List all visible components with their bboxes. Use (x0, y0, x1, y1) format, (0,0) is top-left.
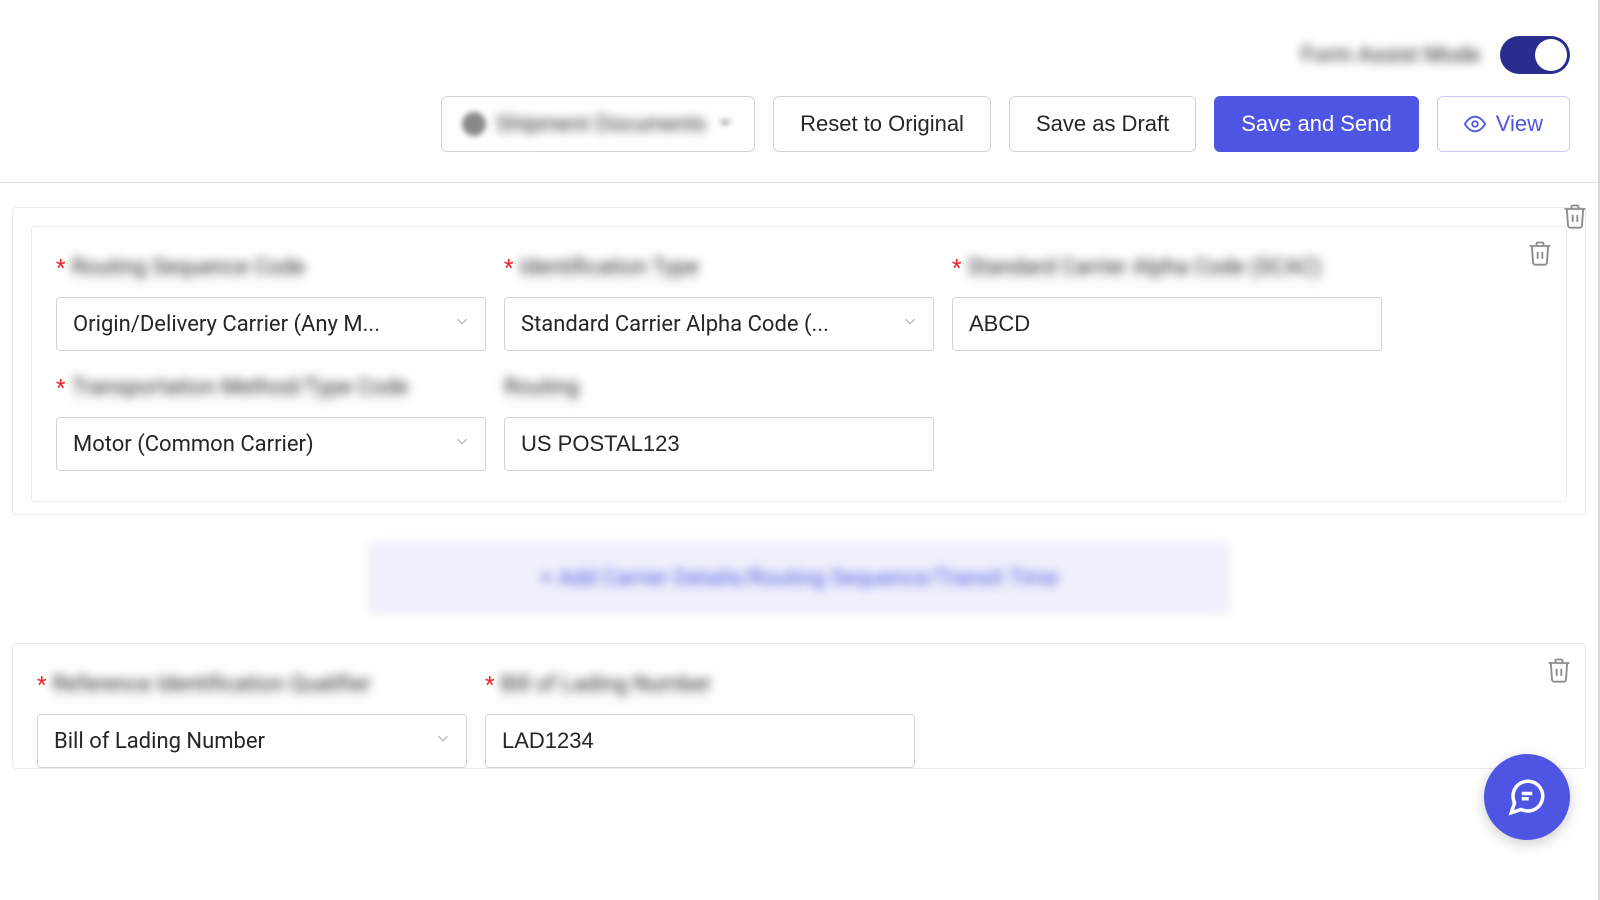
trash-icon (1526, 239, 1554, 267)
required-indicator: * (504, 258, 513, 280)
routing-input[interactable] (504, 417, 934, 471)
bill-of-lading-field: * Bill of Lading Number (485, 672, 915, 768)
scac-input[interactable] (952, 297, 1382, 351)
gear-icon (462, 112, 486, 136)
required-indicator: * (56, 258, 65, 280)
chevron-down-icon (453, 312, 471, 337)
add-button-label: + Add Carrier Details/Routing Sequence/T… (540, 566, 1058, 591)
carrier-section-inner: * Routing Sequence Code Origin/Delivery C… (31, 226, 1567, 502)
chat-fab[interactable] (1484, 754, 1570, 840)
field-label: Routing Sequence Code (71, 255, 305, 283)
chevron-down-icon (434, 729, 452, 754)
select-value: Bill of Lading Number (54, 729, 265, 754)
required-indicator: * (952, 258, 961, 280)
view-button[interactable]: View (1437, 96, 1570, 152)
select-value: Standard Carrier Alpha Code (... (521, 312, 829, 337)
routing-field: Routing (504, 375, 934, 471)
routing-sequence-select[interactable]: Origin/Delivery Carrier (Any M... (56, 297, 486, 351)
form-assist-toggle[interactable] (1500, 36, 1570, 74)
save-draft-button[interactable]: Save as Draft (1009, 96, 1196, 152)
select-value: Motor (Common Carrier) (73, 432, 314, 457)
chevron-down-icon (901, 312, 919, 337)
reference-qualifier-select[interactable]: Bill of Lading Number (37, 714, 467, 768)
identification-type-select[interactable]: Standard Carrier Alpha Code (... (504, 297, 934, 351)
transportation-method-select[interactable]: Motor (Common Carrier) (56, 417, 486, 471)
select-value: Origin/Delivery Carrier (Any M... (73, 312, 380, 337)
field-label: Transportation Method/Type Code (71, 375, 408, 403)
transportation-method-field: * Transportation Method/Type Code Motor (… (56, 375, 486, 471)
required-indicator: * (37, 675, 46, 697)
field-label: Standard Carrier Alpha Code (SCAC) (967, 255, 1321, 283)
chevron-down-icon (453, 432, 471, 457)
reference-qualifier-field: * Reference Identification Qualifier Bill… (37, 672, 467, 768)
field-label: Bill of Lading Number (500, 672, 711, 700)
field-label: Identification Type (519, 255, 698, 283)
toggle-label: Form Assist Mode (1301, 43, 1480, 68)
reset-button[interactable]: Reset to Original (773, 96, 991, 152)
required-indicator: * (56, 378, 65, 400)
shipment-documents-label: Shipment Documents (496, 111, 706, 137)
scac-field: * Standard Carrier Alpha Code (SCAC) (952, 255, 1382, 351)
carrier-section-outer: * Routing Sequence Code Origin/Delivery C… (12, 207, 1586, 515)
chevron-down-icon (716, 111, 734, 137)
delete-reference-button[interactable] (1545, 656, 1573, 688)
field-label: Routing (504, 375, 579, 403)
reference-section: * Reference Identification Qualifier Bill… (12, 643, 1586, 769)
shipment-documents-button[interactable]: Shipment Documents (441, 96, 755, 152)
routing-sequence-field: * Routing Sequence Code Origin/Delivery C… (56, 255, 486, 351)
bill-of-lading-input[interactable] (485, 714, 915, 768)
delete-inner-button[interactable] (1526, 239, 1554, 271)
trash-icon (1545, 656, 1573, 684)
field-label: Reference Identification Qualifier (52, 672, 370, 700)
chat-icon (1506, 776, 1548, 818)
required-indicator: * (485, 675, 494, 697)
divider (0, 182, 1598, 183)
identification-type-field: * Identification Type Standard Carrier Al… (504, 255, 934, 351)
toggle-knob (1535, 39, 1567, 71)
add-carrier-button[interactable]: + Add Carrier Details/Routing Sequence/T… (369, 543, 1229, 613)
save-send-button[interactable]: Save and Send (1214, 96, 1418, 152)
eye-icon (1464, 113, 1486, 135)
view-label: View (1496, 111, 1543, 137)
